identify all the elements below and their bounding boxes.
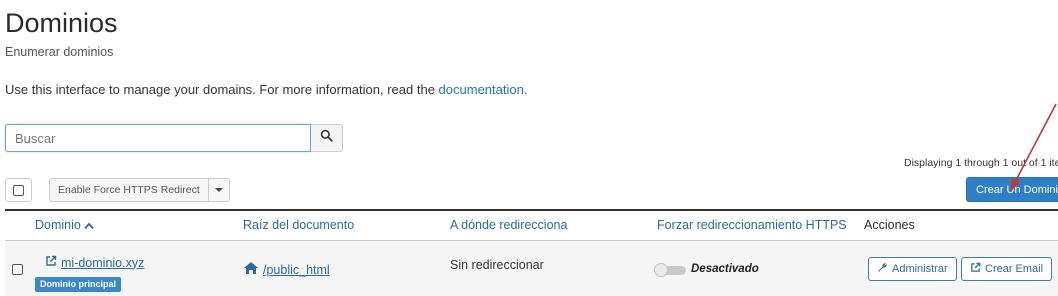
wrench-icon (877, 262, 888, 276)
toggle-knob (654, 263, 668, 277)
manage-button[interactable]: Administrar (868, 257, 957, 281)
chevron-up-icon (84, 218, 95, 232)
external-link-icon (45, 255, 57, 270)
intro-text: Use this interface to manage your domain… (5, 82, 527, 97)
search-input[interactable] (5, 124, 311, 152)
column-domain-label: Dominio (35, 218, 81, 232)
intro-body: Use this interface to manage your domain… (5, 82, 439, 97)
redirect-value: Sin redireccionar (450, 258, 544, 272)
column-header-redirect[interactable]: A dónde redirecciona (450, 218, 567, 232)
search-icon (320, 129, 333, 147)
home-icon (243, 261, 259, 278)
documentation-link[interactable]: documentation (439, 82, 524, 97)
domain-link[interactable]: mi-dominio.xyz (45, 255, 144, 270)
column-header-force-https[interactable]: Forzar redireccionamiento HTTPS (657, 218, 847, 232)
checkbox-box (12, 264, 23, 275)
docroot-link[interactable]: /public_html (243, 261, 330, 278)
force-https-group: Enable Force HTTPS Redirect (49, 178, 230, 202)
manage-label: Administrar (892, 263, 948, 275)
page-subtitle: Enumerar dominios (5, 45, 114, 59)
create-email-button[interactable]: Crear Email (961, 257, 1053, 281)
search-bar (5, 124, 343, 152)
force-https-dropdown-toggle[interactable] (208, 178, 230, 202)
row-checkbox[interactable] (12, 264, 23, 275)
checkbox-box (13, 184, 24, 196)
force-https-status: Desactivado (691, 263, 759, 275)
caret-down-icon (214, 188, 223, 192)
docroot-path: /public_html (263, 262, 330, 277)
column-header-actions: Acciones (864, 218, 915, 232)
column-header-domain[interactable]: Dominio (35, 218, 95, 232)
create-email-label: Crear Email (985, 263, 1044, 275)
annotation-arrow (1010, 103, 1057, 192)
force-https-toggle[interactable] (654, 263, 686, 277)
enable-force-https-button[interactable]: Enable Force HTTPS Redirect (49, 178, 209, 202)
primary-domain-badge: Dominio principal (35, 277, 122, 292)
search-button[interactable] (311, 124, 343, 152)
column-header-docroot[interactable]: Raíz del documento (243, 218, 354, 232)
external-link-icon (970, 262, 981, 276)
domain-name: mi-dominio.xyz (61, 255, 145, 270)
select-all-checkbox[interactable] (5, 178, 32, 202)
page-title: Dominios (5, 8, 118, 38)
table-top-border (5, 209, 1058, 211)
intro-suffix: . (523, 82, 528, 97)
